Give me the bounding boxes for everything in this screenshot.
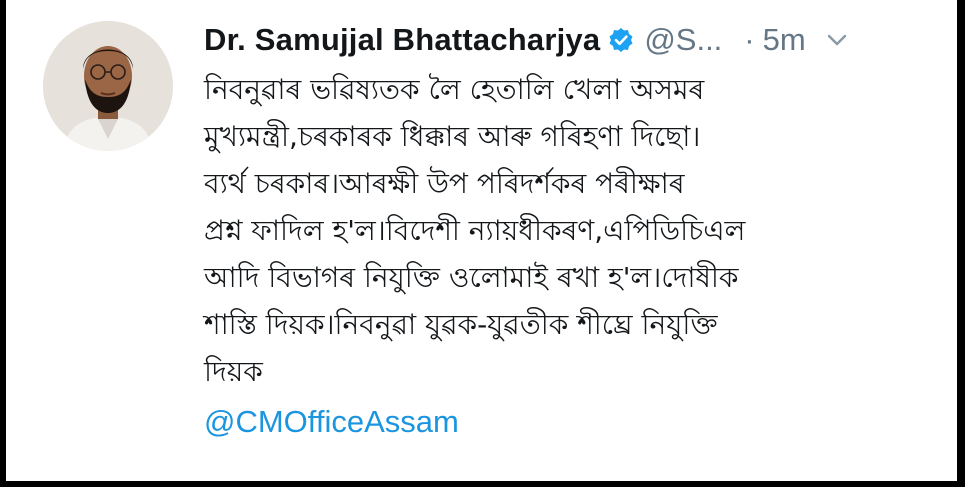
mention-link[interactable]: @CMOfficeAssam xyxy=(204,397,944,447)
chevron-down-icon[interactable] xyxy=(826,29,848,51)
tweet-text-line: ব্যৰ্থ চৰকাৰ।আৰক্ষী উপ পৰিদৰ্শকৰ পৰীক্ষা… xyxy=(204,167,685,200)
tweet-text-line: মুখ্যমন্ত্ৰী,চৰকাৰক ধিক্কাৰ আৰু গৰিহণা দ… xyxy=(204,120,701,153)
verified-badge-icon xyxy=(608,27,634,53)
tweet-text-line: শাস্তি দিয়ক।নিবনুৱা যুৱক-যুৱতীক শীঘ্ৰে … xyxy=(204,308,718,341)
tweet-text-line: নিবনুৱাৰ ভৱিষ্যতক লৈ হেতালি খেলা অসমৰ xyxy=(204,73,705,106)
tweet-header: Dr. Samujjal Bhattacharjya @S... · 5m xyxy=(204,18,937,62)
author-name[interactable]: Dr. Samujjal Bhattacharjya xyxy=(204,22,600,58)
tweet-text: নিবনুৱাৰ ভৱিষ্যতক লৈ হেতালি খেলা অসমৰ মু… xyxy=(204,66,944,447)
tweet-text-line: প্ৰশ্ন ফাদিল হ'ল।বিদেশী ন্যায়ধীকৰণ,এপিড… xyxy=(204,214,746,247)
author-handle[interactable]: @S... xyxy=(644,22,722,58)
timestamp[interactable]: 5m xyxy=(763,22,806,58)
avatar[interactable] xyxy=(43,21,173,151)
separator-dot: · xyxy=(744,22,755,57)
tweet-card[interactable]: Dr. Samujjal Bhattacharjya @S... · 5m নি… xyxy=(0,0,965,487)
avatar-portrait xyxy=(43,21,173,151)
tweet-text-line: দিয়ক xyxy=(204,355,263,388)
tweet-text-line: আদি বিভাগৰ নিযুক্তি ওলোমাই ৰখা হ'ল।দোষীক xyxy=(204,261,739,294)
